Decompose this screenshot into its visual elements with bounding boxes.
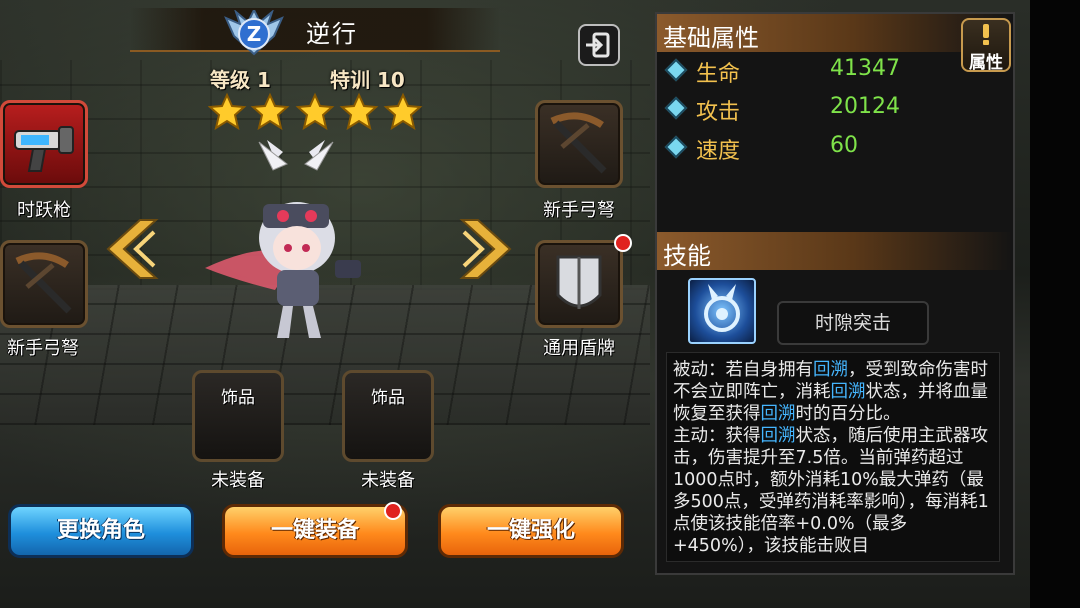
- exclamation-icon: [983, 24, 989, 45]
- sub-weapon-right-label: 新手弓弩: [543, 200, 615, 221]
- active-description: 主动：获得回溯状态，随后使用主武器攻击，伤害提升至7.5倍。当前弹药超过1000…: [673, 426, 989, 556]
- change-character-button[interactable]: 更换角色: [8, 504, 194, 558]
- skills-title: 技能: [663, 242, 711, 270]
- star-icon: [341, 94, 377, 129]
- training-text: 特训 10: [330, 68, 405, 92]
- stat-value: 20124: [830, 94, 900, 119]
- sub-weapon-slot-left[interactable]: [0, 240, 88, 328]
- skill-icon[interactable]: [688, 278, 756, 344]
- accessory-slot-1[interactable]: 饰品: [192, 370, 284, 462]
- character-sprite[interactable]: [205, 140, 385, 345]
- shield-label: 通用盾牌: [543, 338, 615, 359]
- exit-button[interactable]: [578, 24, 620, 66]
- stats-header: 基础属性: [657, 14, 1013, 52]
- main-weapon-label: 时跃枪: [17, 200, 71, 221]
- main-weapon-slot[interactable]: [0, 100, 88, 188]
- accessory-slot-text: 饰品: [221, 388, 255, 408]
- character-name: 逆行: [306, 20, 358, 48]
- star-icon: [252, 94, 288, 129]
- accessory-1-label: 未装备: [211, 470, 265, 491]
- one-click-enhance-button[interactable]: 一键强化: [438, 504, 624, 558]
- crossbow-icon: [15, 252, 72, 314]
- stat-name: 攻击: [696, 100, 741, 125]
- exit-icon: [586, 32, 610, 58]
- star-icon: [209, 94, 245, 129]
- prev-character-arrow-icon[interactable]: [98, 218, 160, 280]
- shield-alert-dot: [614, 234, 632, 252]
- stat-value: 41347: [830, 56, 900, 81]
- level-text: 等级 1: [210, 68, 271, 92]
- star-icon: [385, 94, 421, 129]
- screen-edge: [1030, 0, 1080, 608]
- rabbit-skill-icon: [704, 284, 740, 332]
- crossbow-icon: [550, 112, 607, 174]
- stat-name: 速度: [696, 139, 741, 164]
- rank-badge-icon: Z: [224, 10, 284, 56]
- stat-value: 60: [830, 133, 858, 158]
- accessory-slot-text: 饰品: [371, 388, 405, 408]
- skills-header: 技能: [657, 232, 1013, 270]
- stat-name: 生命: [696, 62, 741, 87]
- star-icon: [297, 94, 333, 129]
- rank-letter: Z: [247, 22, 262, 46]
- attributes-button-label: 属性: [969, 53, 1003, 73]
- sub-weapon-slot-right[interactable]: [535, 100, 623, 188]
- skill-name-tab[interactable]: 时隙突击: [777, 301, 929, 345]
- sub-weapon-left-label: 新手弓弩: [7, 338, 79, 359]
- next-character-arrow-icon[interactable]: [458, 218, 520, 280]
- shield-slot[interactable]: [535, 240, 623, 328]
- passive-description: 被动：若自身拥有回溯，受到致命伤害时不会立即阵亡，消耗回溯状态，并将血量恢复至获…: [673, 360, 988, 424]
- star-rating: [209, 94, 421, 129]
- equip-alert-dot: [384, 502, 402, 520]
- skill-description: 被动：若自身拥有回溯，受到致命伤害时不会立即阵亡，消耗回溯状态，并将血量恢复至获…: [666, 352, 1000, 562]
- accessory-slot-2[interactable]: 饰品: [342, 370, 434, 462]
- game-scene: Z 逆行 等级 1 特训 10 时跃枪 新手弓弩 新手弓弩 通用盾牌 饰品 未装…: [0, 0, 1030, 608]
- one-click-equip-button[interactable]: 一键装备: [222, 504, 408, 558]
- cannon-icon: [14, 126, 74, 172]
- shield-icon: [556, 255, 602, 309]
- attributes-button[interactable]: 属性: [961, 18, 1011, 73]
- stats-title: 基础属性: [663, 24, 759, 52]
- accessory-2-label: 未装备: [361, 470, 415, 491]
